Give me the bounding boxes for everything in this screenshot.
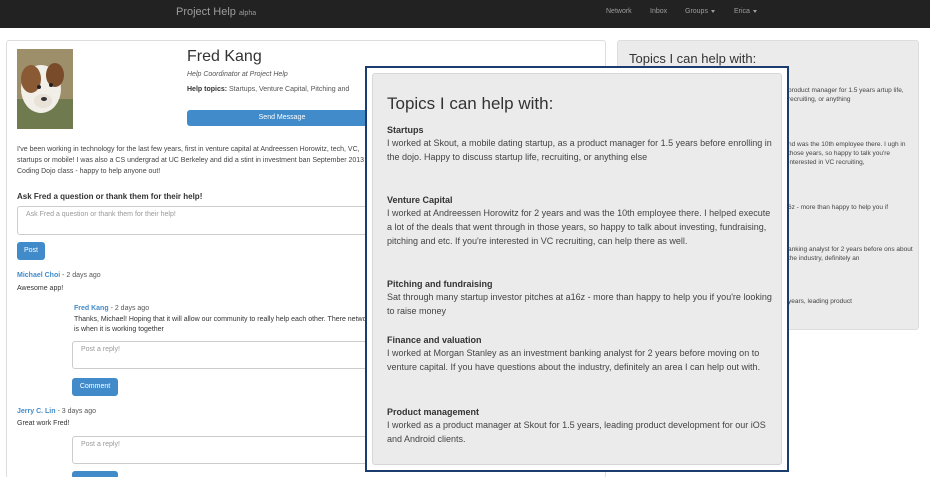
reply-author[interactable]: Fred Kang (74, 305, 109, 312)
reply-input[interactable]: Post a reply! (72, 436, 382, 464)
topic-startups: Startups I worked at Skout, a mobile dat… (387, 124, 775, 164)
profile-title: Help Coordinator at Project Help (187, 71, 288, 78)
help-topics: Help topics: Startups, Venture Capital, … (187, 86, 349, 93)
topic-heading: Finance and valuation (387, 335, 482, 345)
comment-text: Awesome app! (17, 285, 64, 292)
topic-heading: Venture Capital (387, 195, 453, 205)
topic-body: I worked at Andreessen Horowitz for 2 ye… (387, 208, 771, 246)
comment-text: Great work Fred! (17, 420, 70, 427)
topics-panel: Topics I can help with: Startups I worke… (372, 73, 782, 465)
help-topics-value: Startups, Venture Capital, Pitching and (229, 86, 350, 93)
comment-author[interactable]: Jerry C. Lin (17, 408, 56, 415)
reply-time: - 2 days ago (108, 305, 150, 312)
nav-groups-label: Groups (685, 8, 708, 15)
brand-tag: alpha (238, 10, 257, 17)
chevron-down-icon (710, 9, 715, 13)
comment-time: - 2 days ago (60, 272, 101, 279)
comment-author[interactable]: Michael Choi (17, 272, 60, 279)
nav-user-dropdown[interactable]: Erica (734, 8, 757, 15)
comment-button[interactable] (72, 471, 118, 477)
navbar: Project Help alpha Network Inbox Groups … (0, 0, 930, 28)
send-message-button[interactable]: Send Message (187, 110, 377, 126)
nav-network[interactable]: Network (606, 8, 632, 15)
profile-bio: I've been working in technology for the … (17, 146, 365, 175)
topic-venture-capital: Venture Capital I worked at Andreessen H… (387, 194, 775, 248)
comment-button[interactable]: Comment (72, 378, 118, 396)
avatar (17, 49, 73, 129)
chevron-down-icon (752, 9, 757, 13)
nav-inbox[interactable]: Inbox (650, 8, 667, 15)
ask-heading: Ask Fred a question or thank them for th… (17, 192, 203, 201)
nav-groups-dropdown[interactable]: Groups (685, 8, 715, 15)
comment-meta: Jerry C. Lin - 3 days ago (17, 408, 96, 415)
reply-text: Thanks, Michael! Hoping that it will all… (74, 316, 373, 333)
sidebar-fragment: 6z - more than happy to help you if (788, 204, 889, 211)
ask-question-input[interactable]: Ask Fred a question or thank them for th… (17, 206, 377, 235)
topic-pitching: Pitching and fundraising Sat through man… (387, 278, 775, 318)
help-topics-label: Help topics: (187, 86, 228, 93)
topic-product-management: Product management I worked as a product… (387, 406, 775, 446)
topic-body: Sat through many startup investor pitche… (387, 292, 772, 316)
nav-user-label: Erica (734, 8, 750, 15)
reply-input[interactable]: Post a reply! (72, 341, 382, 369)
topics-title: Topics I can help with: (387, 94, 554, 113)
topic-body: I worked at Morgan Stanley as an investm… (387, 348, 761, 372)
comment-meta: Michael Choi - 2 days ago (17, 272, 101, 279)
topic-finance: Finance and valuation I worked at Morgan… (387, 334, 775, 374)
comment-time: - 3 days ago (55, 408, 96, 415)
sidebar-fragment: nd was the 10th employee there. I ugh in… (788, 141, 906, 166)
topic-body: I worked at Skout, a mobile dating start… (387, 138, 772, 162)
topics-zoom-callout: Topics I can help with: Startups I worke… (365, 66, 789, 472)
profile-name: Fred Kang (187, 48, 262, 65)
topic-heading: Startups (387, 125, 424, 135)
brand[interactable]: Project Help alpha (176, 6, 256, 18)
post-button[interactable]: Post (17, 242, 45, 260)
topic-body: I worked as a product manager at Skout f… (387, 420, 766, 444)
brand-name[interactable]: Project Help (176, 6, 236, 18)
reply-meta: Fred Kang - 2 days ago (74, 305, 149, 312)
topic-heading: Pitching and fundraising (387, 279, 493, 289)
topic-heading: Product management (387, 407, 480, 417)
sidebar-fragment: years, leading product (788, 298, 852, 305)
sidebar-fragment: product manager for 1.5 years artup life… (788, 87, 904, 103)
sidebar-title: Topics I can help with: (629, 51, 757, 66)
sidebar-fragment: anking analyst for 2 years before ons ab… (788, 246, 913, 262)
